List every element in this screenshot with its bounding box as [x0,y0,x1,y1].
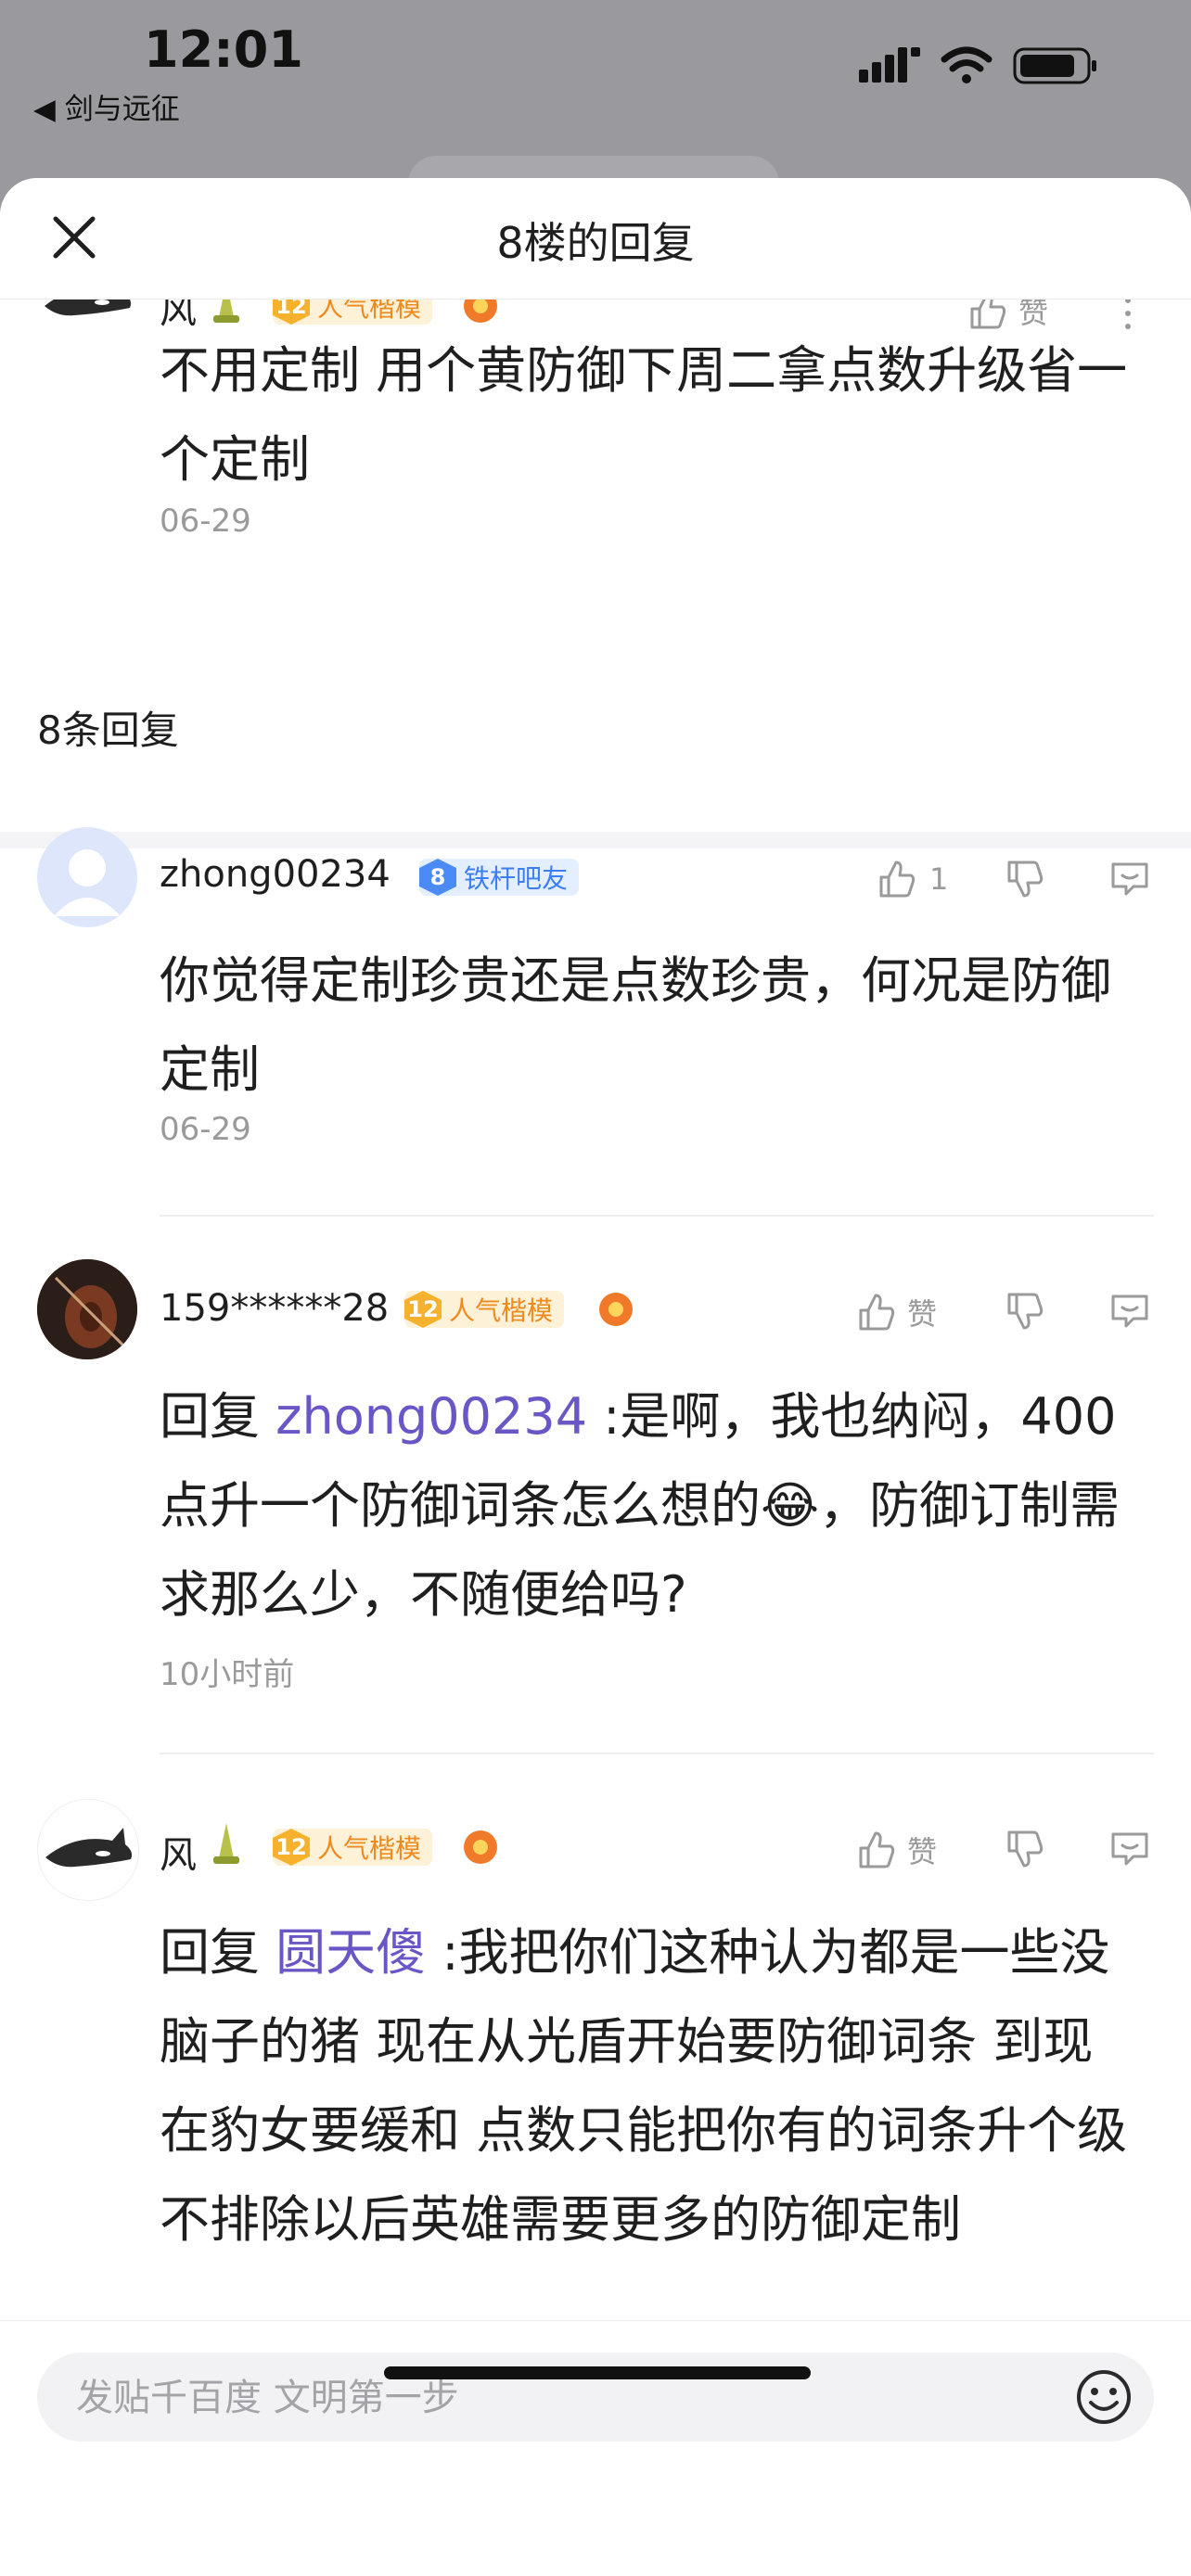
comment-icon[interactable] [1109,1829,1150,1869]
mention-link[interactable]: zhong00234 [275,1387,587,1446]
section-divider [0,832,1191,848]
sheet-header: 8楼的回复 [0,178,1191,300]
thumbs-down-icon[interactable] [1004,859,1044,899]
username[interactable]: 风 [160,1825,197,1879]
reply-prefix: 回复 [160,1387,276,1446]
game-emblem-icon [464,1830,497,1864]
tower-medal-icon [213,1823,239,1864]
thumbs-up-icon [859,1294,895,1331]
level-badge: 12 人气楷模 [404,1291,565,1328]
avatar[interactable] [37,827,137,927]
like-count: 1 [929,861,949,897]
battery-icon [1013,47,1096,84]
thumbs-up-icon [859,1831,895,1868]
thumbs-down-icon[interactable] [1004,1829,1044,1869]
reply-prefix: 回复 [160,1923,276,1982]
reply-count: 8条回复 [37,708,179,753]
like-button[interactable]: 赞 [855,1291,937,1333]
like-label: 赞 [907,1834,938,1869]
status-bar: 12:01 ◀ 剑与远征 [0,0,1191,176]
username[interactable]: zhong00234 [160,853,391,896]
wifi-icon [941,46,992,83]
thumbs-up-icon [879,861,916,898]
home-indicator[interactable] [384,2366,811,2379]
emoji-icon[interactable] [1074,2367,1133,2427]
badge-title: 人气楷模 [449,1295,554,1326]
divider [160,1215,1154,1217]
badge-level: 12 [273,1829,310,1866]
like-button[interactable]: 1 [876,859,948,899]
badge-title: 人气楷模 [317,1833,422,1864]
reply-content: 你觉得定制珍贵还是点数珍贵，何况是防御定制 [160,951,1111,1099]
cellular-signal-icon [859,47,920,83]
reply-date: 06-29 [160,1111,251,1148]
violin-avatar-icon [37,1259,137,1359]
username[interactable]: 159******28 [160,1287,389,1330]
comment-icon[interactable] [1109,1291,1150,1332]
badge-level: 12 [404,1291,442,1328]
back-to-app-link[interactable]: ◀ 剑与远征 [33,85,180,127]
avatar[interactable] [37,1259,137,1359]
post-date: 06-29 [160,503,251,540]
reply-sheet: 8楼的回复 风 12 人气楷模 赞 不用定制 用个黄防御下周二拿点数升级省一个定… [0,178,1191,2576]
like-button[interactable]: 赞 [855,1829,937,1871]
reply-content: 回复 zhong00234 :是啊，我也纳闷，400点升一个防御词条怎么想的😂，… [160,1372,1143,1639]
badge-title: 铁杆吧友 [464,863,569,894]
avatar[interactable] [37,1799,139,1901]
reply-input-bar [0,2320,1191,2576]
orca-avatar-icon [45,1828,133,1868]
reply-date: 10小时前 [160,1656,295,1693]
status-time: 12:01 [144,20,303,79]
status-icons [859,46,1098,85]
level-badge: 8 铁杆吧友 [419,859,580,896]
badge-level: 8 [419,859,456,896]
default-avatar-icon [54,849,121,916]
sheet-title: 8楼的回复 [496,218,695,268]
divider [160,1753,1154,1754]
like-label: 赞 [907,1296,938,1332]
game-emblem-icon [599,1293,633,1326]
mention-link[interactable]: 圆天傻 [275,1923,426,1982]
thumbs-down-icon[interactable] [1004,1291,1044,1332]
level-badge: 12 人气楷模 [273,1829,433,1866]
reply-content: 回复 圆天傻 :我把你们这种认为都是一些没脑子的猪 现在从光盾开始要防御词条 到… [160,1908,1143,2264]
post-content: 不用定制 用个黄防御下周二拿点数升级省一个定制 [160,341,1128,489]
comment-icon[interactable] [1109,859,1150,899]
